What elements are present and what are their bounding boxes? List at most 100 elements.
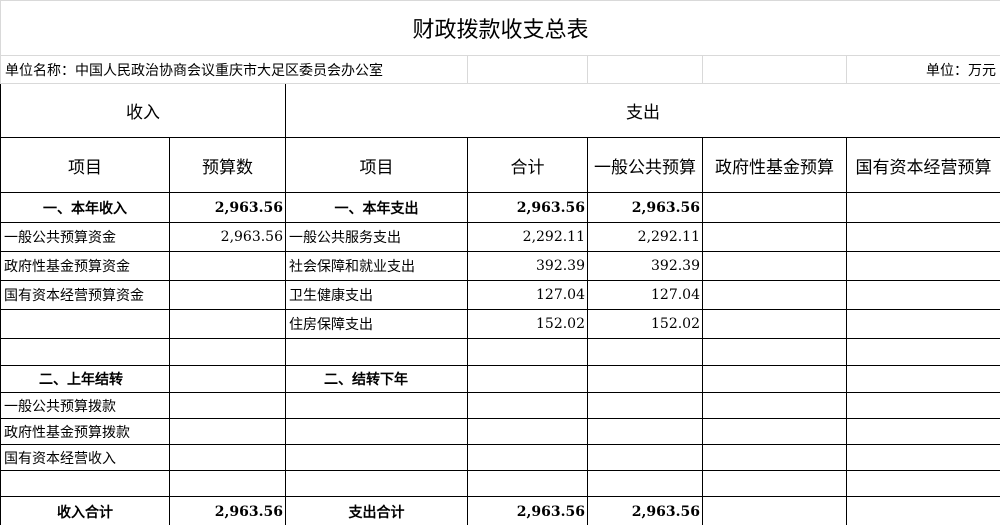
state-capital-cell[interactable] bbox=[845, 418, 1000, 445]
fiscal-table: 财政拨款收支总表 单位名称：中国人民政治协商会议重庆市大足区委员会办公室 单位：… bbox=[0, 0, 1000, 525]
income-value-cell[interactable] bbox=[169, 338, 286, 366]
unit-measure[interactable]: 单位：万元 bbox=[845, 55, 1000, 84]
gov-fund-cell[interactable] bbox=[702, 192, 847, 223]
income-value-cell[interactable] bbox=[169, 251, 286, 281]
state-capital-total-value[interactable] bbox=[845, 496, 1000, 525]
general-cell[interactable]: 152.02 bbox=[587, 309, 703, 339]
expense-item-header[interactable]: 项目 bbox=[285, 137, 468, 193]
income-value-cell[interactable]: 2,963.56 bbox=[169, 222, 286, 252]
income-label-cell[interactable]: 政府性基金预算拨款 bbox=[0, 418, 170, 445]
income-budget-header[interactable]: 预算数 bbox=[169, 137, 286, 193]
total-cell[interactable] bbox=[467, 392, 588, 419]
total-cell[interactable]: 152.02 bbox=[467, 309, 588, 339]
income-label-cell[interactable]: 一般公共预算拨款 bbox=[0, 392, 170, 419]
income-label-cell[interactable]: 国有资本经营预算资金 bbox=[0, 280, 170, 310]
gov-fund-budget-header[interactable]: 政府性基金预算 bbox=[702, 137, 847, 193]
general-cell[interactable] bbox=[587, 392, 703, 419]
state-capital-cell[interactable] bbox=[845, 309, 1000, 339]
total-cell[interactable]: 2,963.56 bbox=[467, 192, 588, 223]
total-cell[interactable]: 392.39 bbox=[467, 251, 588, 281]
table-title[interactable]: 财政拨款收支总表 bbox=[0, 0, 1000, 56]
income-total-value[interactable]: 2,963.56 bbox=[169, 496, 286, 525]
total-cell[interactable]: 127.04 bbox=[467, 280, 588, 310]
general-cell[interactable] bbox=[587, 470, 703, 497]
income-value-cell[interactable] bbox=[169, 280, 286, 310]
state-capital-cell[interactable] bbox=[845, 192, 1000, 223]
income-label-cell[interactable]: 一般公共预算资金 bbox=[0, 222, 170, 252]
income-value-cell[interactable] bbox=[169, 444, 286, 471]
gov-fund-cell[interactable] bbox=[702, 222, 847, 252]
income-value-cell[interactable] bbox=[169, 365, 286, 393]
total-cell[interactable] bbox=[467, 418, 588, 445]
gov-fund-cell[interactable] bbox=[702, 338, 847, 366]
expense-total-label[interactable]: 支出合计 bbox=[285, 496, 468, 525]
total-cell[interactable] bbox=[467, 365, 588, 393]
expense-label-cell[interactable]: 一般公共服务支出 bbox=[285, 222, 468, 252]
gov-fund-cell[interactable] bbox=[702, 392, 847, 419]
unit-name[interactable]: 单位名称：中国人民政治协商会议重庆市大足区委员会办公室 bbox=[0, 55, 468, 84]
income-label-cell[interactable]: 政府性基金预算资金 bbox=[0, 251, 170, 281]
expense-label-cell[interactable] bbox=[285, 470, 468, 497]
info-blank-cell[interactable] bbox=[702, 55, 847, 84]
gov-fund-cell[interactable] bbox=[702, 470, 847, 497]
income-value-cell[interactable]: 2,963.56 bbox=[169, 192, 286, 223]
state-capital-cell[interactable] bbox=[845, 470, 1000, 497]
expense-group-header[interactable]: 支出 bbox=[284, 83, 1000, 138]
general-total-value[interactable]: 2,963.56 bbox=[587, 496, 703, 525]
general-cell[interactable] bbox=[587, 365, 703, 393]
income-label-cell[interactable]: 国有资本经营收入 bbox=[0, 444, 170, 471]
expense-label-cell[interactable] bbox=[285, 444, 468, 471]
info-blank-cell[interactable] bbox=[467, 55, 588, 84]
gov-fund-cell[interactable] bbox=[702, 280, 847, 310]
total-cell[interactable] bbox=[467, 338, 588, 366]
gov-fund-cell[interactable] bbox=[702, 418, 847, 445]
state-capital-cell[interactable] bbox=[845, 222, 1000, 252]
general-cell[interactable] bbox=[587, 338, 703, 366]
expense-label-cell[interactable]: 一、本年支出 bbox=[285, 192, 468, 223]
general-cell[interactable]: 127.04 bbox=[587, 280, 703, 310]
expense-label-cell[interactable] bbox=[285, 392, 468, 419]
general-cell[interactable] bbox=[587, 418, 703, 445]
income-label-cell[interactable] bbox=[0, 338, 170, 366]
income-label-cell[interactable] bbox=[0, 309, 170, 339]
state-capital-cell[interactable] bbox=[845, 365, 1000, 393]
income-group-header[interactable]: 收入 bbox=[0, 83, 286, 138]
total-cell[interactable] bbox=[467, 470, 588, 497]
info-blank-cell[interactable] bbox=[587, 55, 703, 84]
general-cell[interactable] bbox=[587, 444, 703, 471]
expense-label-cell[interactable] bbox=[285, 418, 468, 445]
total-cell[interactable]: 2,292.11 bbox=[467, 222, 588, 252]
expense-label-cell[interactable]: 住房保障支出 bbox=[285, 309, 468, 339]
general-budget-header[interactable]: 一般公共预算 bbox=[587, 137, 703, 193]
expense-label-cell[interactable] bbox=[285, 338, 468, 366]
general-cell[interactable]: 2,963.56 bbox=[587, 192, 703, 223]
state-capital-cell[interactable] bbox=[845, 251, 1000, 281]
state-capital-cell[interactable] bbox=[845, 280, 1000, 310]
state-capital-cell[interactable] bbox=[845, 338, 1000, 366]
income-label-cell[interactable] bbox=[0, 470, 170, 497]
income-value-cell[interactable] bbox=[169, 392, 286, 419]
gov-fund-cell[interactable] bbox=[702, 365, 847, 393]
expense-total-value[interactable]: 2,963.56 bbox=[467, 496, 588, 525]
state-capital-budget-header[interactable]: 国有资本经营预算 bbox=[845, 137, 1000, 193]
income-value-cell[interactable] bbox=[169, 470, 286, 497]
income-total-label[interactable]: 收入合计 bbox=[0, 496, 170, 525]
income-item-header[interactable]: 项目 bbox=[0, 137, 170, 193]
expense-label-cell[interactable]: 二、结转下年 bbox=[285, 365, 468, 393]
gov-fund-cell[interactable] bbox=[702, 444, 847, 471]
expense-label-cell[interactable]: 卫生健康支出 bbox=[285, 280, 468, 310]
state-capital-cell[interactable] bbox=[845, 444, 1000, 471]
general-cell[interactable]: 392.39 bbox=[587, 251, 703, 281]
gov-fund-cell[interactable] bbox=[702, 251, 847, 281]
income-value-cell[interactable] bbox=[169, 309, 286, 339]
gov-fund-total-value[interactable] bbox=[702, 496, 847, 525]
expense-label-cell[interactable]: 社会保障和就业支出 bbox=[285, 251, 468, 281]
income-label-cell[interactable]: 一、本年收入 bbox=[0, 192, 170, 223]
total-header[interactable]: 合计 bbox=[467, 137, 588, 193]
income-label-cell[interactable]: 二、上年结转 bbox=[0, 365, 170, 393]
income-value-cell[interactable] bbox=[169, 418, 286, 445]
state-capital-cell[interactable] bbox=[845, 392, 1000, 419]
gov-fund-cell[interactable] bbox=[702, 309, 847, 339]
general-cell[interactable]: 2,292.11 bbox=[587, 222, 703, 252]
total-cell[interactable] bbox=[467, 444, 588, 471]
